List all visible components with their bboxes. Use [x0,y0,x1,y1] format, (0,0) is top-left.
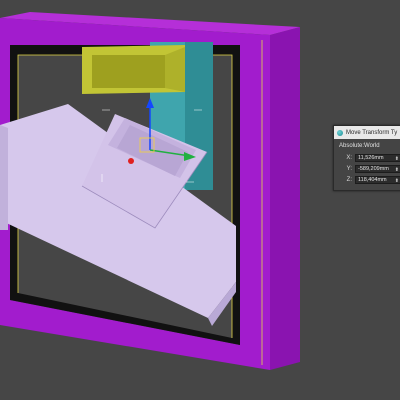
dialog-title-bar[interactable]: Move Transform Ty [334,126,400,139]
gizmo-y-arrow[interactable] [128,158,134,164]
x-row: X: 11,526mm ⬍ [344,154,400,162]
z-field[interactable]: 118,404mm ⬍ [355,176,400,184]
absolute-world-label: Absolute:World [339,143,380,149]
y-field[interactable]: -589,209mm ⬍ [355,165,400,173]
dialog-title: Move Transform Ty [346,129,398,136]
y-value: -589,209mm [358,166,389,172]
y-label: Y: [346,166,352,172]
ramp-left-face [0,125,8,230]
x-spinner-icon[interactable]: ⬍ [395,155,399,163]
x-value: 11,526mm [358,155,384,161]
z-spinner-icon[interactable]: ⬍ [395,177,399,185]
x-label: X: [346,155,352,161]
frame-right-side[interactable] [270,27,300,370]
x-field[interactable]: 11,526mm ⬍ [355,154,400,162]
z-value: 118,404mm [358,177,387,183]
z-row: Z: 118,404mm ⬍ [344,176,400,184]
app-icon [337,129,343,136]
move-transform-dialog[interactable]: Move Transform Ty Absolute:World X: 11,5… [333,125,400,191]
z-label: Z: [346,177,352,183]
y-row: Y: -589,209mm ⬍ [344,165,400,173]
y-spinner-icon[interactable]: ⬍ [395,166,399,174]
3d-viewport[interactable] [0,0,400,400]
yellow-box-inner [92,55,165,88]
